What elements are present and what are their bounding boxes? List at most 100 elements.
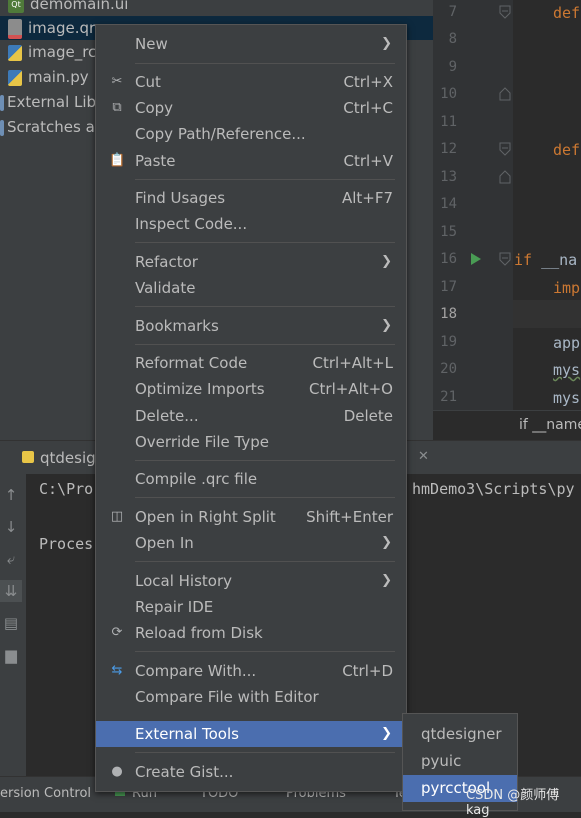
menu-separator: [135, 651, 395, 652]
menu-item-validate[interactable]: Validate: [96, 275, 406, 301]
menu-item-find-usages[interactable]: Find Usages Alt+F7: [96, 185, 406, 211]
run-tab-label[interactable]: qtdesig: [40, 449, 96, 467]
menu-separator: [135, 561, 395, 562]
menu-item-reload-from-disk[interactable]: ⟳ Reload from Disk: [96, 620, 406, 646]
line-number: 17: [440, 279, 457, 295]
line-number: 16: [440, 251, 457, 267]
code-token: imp: [553, 279, 581, 297]
line-number: 11: [440, 114, 457, 130]
python-file-icon: [8, 69, 22, 86]
menu-item-open-in[interactable]: Open In ❯: [96, 530, 406, 556]
code-line-16: if __na: [514, 251, 578, 269]
menu-item-local-history[interactable]: Local History ❯: [96, 568, 406, 594]
menu-item-copy-path[interactable]: Copy Path/Reference...: [96, 121, 406, 147]
scroll-to-end-icon[interactable]: ⇊: [0, 580, 22, 602]
menu-item-optimize-imports[interactable]: Optimize Imports Ctrl+Alt+O: [96, 376, 406, 402]
code-token: def: [553, 4, 581, 22]
paste-icon: 📋: [109, 153, 126, 168]
trash-icon[interactable]: ▆: [0, 644, 22, 666]
fold-end-marker-icon[interactable]: [499, 170, 511, 184]
line-number-current: 18: [440, 306, 457, 322]
menu-item-cut[interactable]: ✂ Cut Ctrl+X: [96, 69, 406, 95]
line-number: 8: [448, 31, 457, 47]
fold-marker-icon[interactable]: [499, 5, 511, 19]
scissors-icon: ✂: [111, 74, 123, 89]
breadcrumb[interactable]: if __name: [433, 410, 581, 441]
submenu-item-pyuic[interactable]: pyuic: [403, 748, 517, 775]
line-number: 19: [440, 334, 457, 350]
chevron-right-icon: ❯: [381, 573, 392, 588]
chevron-right-icon: ❯: [381, 36, 392, 51]
run-gutter-icon[interactable]: [470, 252, 482, 266]
menu-separator: [135, 752, 395, 753]
code-token: def: [553, 141, 581, 159]
menu-separator: [135, 306, 395, 307]
menu-item-open-right-split[interactable]: ◫ Open in Right Split Shift+Enter: [96, 504, 406, 530]
soft-wrap-icon[interactable]: ⤶: [0, 548, 22, 570]
reload-icon: ⟳: [111, 625, 123, 640]
menu-separator: [135, 460, 395, 461]
qrc-file-icon: [8, 18, 22, 39]
split-right-icon: ◫: [110, 509, 124, 524]
line-number: 15: [440, 224, 457, 240]
menu-item-override-file-type[interactable]: Override File Type: [96, 429, 406, 455]
tree-item-main-py[interactable]: main.py: [0, 65, 89, 89]
line-number: 13: [440, 169, 457, 185]
line-number: 14: [440, 196, 457, 212]
menu-separator: [135, 179, 395, 180]
line-number: 7: [448, 4, 457, 20]
line-number: 12: [440, 141, 457, 157]
menu-item-compare-with[interactable]: ⇆ Compare With... Ctrl+D: [96, 658, 406, 684]
run-toolbar: ↑ ↓ ⤶ ⇊ ▤ ▆: [0, 474, 26, 776]
chevron-right-icon: ❯: [381, 535, 392, 550]
menu-item-bookmarks[interactable]: Bookmarks ❯: [96, 313, 406, 339]
chevron-right-icon: ❯: [381, 254, 392, 269]
context-menu: New ❯ ✂ Cut Ctrl+X ⧉ Copy Ctrl+C Copy Path/Re…: [95, 24, 407, 792]
tree-item-external-libraries[interactable]: External Libr: [0, 90, 102, 114]
tree-item-scratches[interactable]: Scratches ar: [0, 115, 101, 139]
menu-separator: [135, 344, 395, 345]
chevron-right-icon: ❯: [381, 318, 392, 333]
scratches-icon: [0, 119, 4, 136]
console-line: hmDemo3\Scripts\py: [412, 480, 575, 498]
menu-item-create-gist[interactable]: ● Create Gist...: [96, 759, 406, 785]
fold-marker-icon[interactable]: [499, 142, 511, 156]
line-number: 21: [440, 389, 457, 405]
up-arrow-icon[interactable]: ↑: [0, 484, 22, 506]
menu-item-refactor[interactable]: Refactor ❯: [96, 249, 406, 275]
version-control-tab[interactable]: ersion Control: [0, 786, 91, 801]
code-editor[interactable]: 7 8 9 10 11 12 13 14 15 16 17 18 19 20 2…: [433, 0, 581, 441]
menu-item-delete[interactable]: Delete... Delete: [96, 403, 406, 429]
tree-item-demomain-ui[interactable]: Qt demomain.ui: [0, 0, 128, 16]
menu-item-compile-qrc[interactable]: Compile .qrc file: [96, 466, 406, 492]
menu-item-repair-ide[interactable]: Repair IDE: [96, 594, 406, 620]
menu-item-reformat-code[interactable]: Reformat Code Ctrl+Alt+L: [96, 350, 406, 376]
library-icon: [0, 94, 4, 111]
menu-item-compare-file-with-editor[interactable]: Compare File with Editor: [96, 684, 406, 710]
github-icon: ●: [111, 764, 123, 779]
compare-icon: ⇆: [111, 663, 123, 678]
down-arrow-icon[interactable]: ↓: [0, 516, 22, 538]
line-number: 20: [440, 361, 457, 377]
console-line: C:\Pro: [39, 480, 94, 498]
menu-separator: [135, 242, 395, 243]
code-token: mys: [553, 361, 581, 379]
menu-item-external-tools[interactable]: External Tools ❯: [96, 721, 406, 747]
menu-item-copy[interactable]: ⧉ Copy Ctrl+C: [96, 95, 406, 121]
watermark: CSDN @颜师傅kag: [466, 788, 560, 818]
menu-separator: [135, 497, 395, 498]
tree-item-image-rc[interactable]: image_rc: [0, 40, 96, 64]
console-line: Proces: [39, 535, 94, 553]
qt-ui-file-icon: Qt: [8, 0, 24, 13]
print-icon[interactable]: ▤: [0, 612, 22, 634]
submenu-item-qtdesigner[interactable]: qtdesigner: [403, 721, 517, 748]
fold-marker-icon[interactable]: [499, 252, 511, 266]
close-icon[interactable]: ✕: [418, 449, 429, 464]
code-token: app: [553, 334, 581, 352]
menu-item-new[interactable]: New ❯: [96, 31, 406, 57]
menu-separator: [135, 63, 395, 64]
menu-item-paste[interactable]: 📋 Paste Ctrl+V: [96, 148, 406, 174]
code-token: mys: [553, 389, 581, 407]
menu-item-inspect-code[interactable]: Inspect Code...: [96, 211, 406, 237]
fold-end-marker-icon[interactable]: [499, 87, 511, 101]
